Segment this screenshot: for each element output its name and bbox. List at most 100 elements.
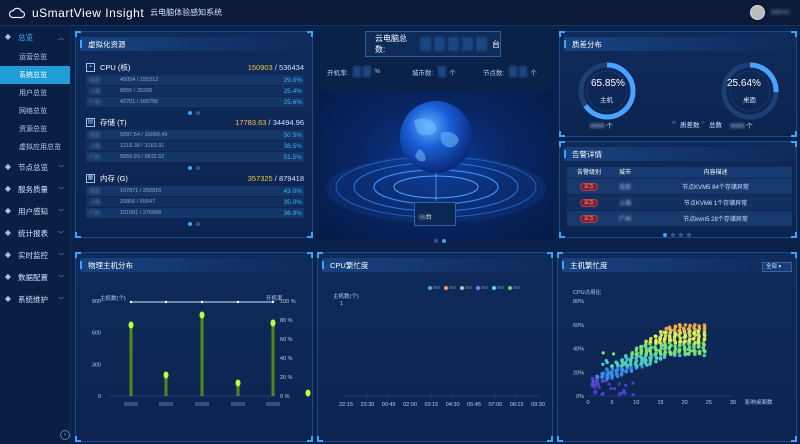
desktop-label: 桌面 [743,97,756,104]
scatter-point [615,368,620,372]
data-point [200,300,204,304]
storage-pager[interactable] [188,166,200,170]
chevron-down-icon: ﹀ [57,253,64,260]
y2-tick: 100 % [280,299,296,305]
scatter-point [624,369,628,374]
scatter-point [692,336,696,341]
cpu-rows: 北京 45054 / 155312 29.0% 上海 8955 / 35208 25.4%… [86,75,304,108]
scatter-point [644,339,648,344]
legend-label-blur [449,286,456,289]
node-count: 节点数: 个 [483,66,537,77]
scatter-point [697,324,701,328]
svg-text:○: ○ [701,120,705,126]
sidebar-subitem-0[interactable]: 运营总览 [0,48,70,66]
scatter-point [693,323,697,327]
x-tick: 04:30 [446,402,460,408]
scatter-point [658,330,663,334]
total-unit: 台 [491,39,500,49]
sidebar-item-6[interactable]: ◆ 数据配置 ﹀ [0,266,70,288]
sidebar-subitem-2[interactable]: 用户总览 [0,84,70,102]
total-label: 云电脑总数: [375,34,407,54]
sidebar-item-5[interactable]: ◆ 实时监控 ﹀ [0,244,70,266]
alarm-level-badge: 紧急 [580,214,598,223]
scatter-point [663,342,668,347]
sidebar-item-7[interactable]: ◆ 系统维护 ﹀ [0,288,70,310]
logo[interactable]: uSmartView Insight 云电脑体验感知系统 [8,6,222,20]
y-axis-label: 主机数(个) [100,294,126,302]
scatter-point [594,374,599,379]
legend-total: 总数 [709,122,722,129]
scatter-point [677,353,682,358]
brand-subtitle: 云电脑体验感知系统 [150,8,223,17]
scatter-point [604,358,608,363]
legend-label-blur [481,286,488,289]
sidebar-item-label: 统计报表 [18,228,48,238]
scatter-point [601,391,605,395]
scatter-point [702,353,706,358]
x-axis-label: 影响桌面数 [745,398,773,406]
storage-resource-header: ▤ 存储 (T) 17783.63 / 34494.96 [86,117,304,127]
svg-text:○: ○ [672,120,676,126]
scatter-point [662,330,667,334]
sidebar-subitem-1[interactable]: 系统总览 [0,66,70,84]
x-tick: 08:15 [510,402,524,408]
alarm-row[interactable]: 紧急 广州 节点kvm5 28个存储异常 [567,211,792,226]
sidebar-item-label: 数据配置 [18,272,48,282]
scatter-point [649,345,654,350]
cpu-resource-header: ▪ CPU (核) 150903 / 536434 [86,61,304,73]
host-filter-select[interactable]: 全部 ▾ [762,262,792,272]
user-menu[interactable]: admin [749,5,790,20]
data-point [271,300,275,304]
resource-row: 广州 101091 / 276066 36.9% [86,208,304,218]
x-tick: 15 [657,400,663,406]
avatar[interactable] [749,5,765,20]
scatter-point [677,322,682,327]
chevron-down-icon: ﹀ [57,209,64,216]
center-pager[interactable] [434,239,446,243]
sidebar-item-4[interactable]: ◆ 统计报表 ﹀ [0,222,70,244]
sidebar-item-0[interactable]: ◆ 总览 ︿ [0,26,70,48]
scatter-point [683,339,688,344]
sidebar-item-2[interactable]: ◆ 服务质量 ﹀ [0,178,70,200]
host-bar [129,325,133,396]
scatter-point [659,333,664,337]
legend-dot [508,286,512,290]
scatter-point [687,337,692,341]
alarm-pager[interactable] [663,233,691,237]
alarm-row[interactable]: 紧急 北京 节点KVM5 84个存储异常 [567,179,792,194]
scatter-point [702,336,707,341]
x-tick: 25 [706,400,712,406]
sidebar-item-label: 节点总览 [18,162,48,172]
sidebar-subitem-3[interactable]: 网络总览 [0,102,70,120]
sidebar-item-3[interactable]: ◆ 用户感知 ﹀ [0,200,70,222]
alarm-row[interactable]: 紧急 上海 节点KVM6 1个存储异常 [567,195,792,210]
sidebar-subitem-5[interactable]: 虚拟应用总览 [0,138,70,156]
scatter-point [677,328,682,333]
alarm-level-badge: 紧急 [580,182,598,191]
resource-row: 上海 1218.38 / 3163.91 38.5% [86,141,304,151]
scatter-point [667,350,672,354]
scatter-point [701,341,706,345]
x-tick: 30 [730,400,736,406]
host-busy-chart: CPU占用比 80% 60% 40% 20% 0%0 5 10 15 20 25 30 影响桌面数 [573,288,773,406]
chevron-down-icon: ﹀ [57,275,64,282]
y2-tick: 80 % [280,318,293,324]
chevron-down-icon: ﹀ [57,231,64,238]
cpu-pager[interactable] [188,111,200,115]
sidebar-subitem-4[interactable]: 资源总览 [0,120,70,138]
cpu-busy-chart: 主机数(个)1 22:15 23:30 00:45 02:00 03:15 04:30 05:… [333,286,545,408]
alarm-table: 告警级别 城市 内容描述 紧急 北京 节点KVM5 84个存储异常 紧急 上海 节点KVM6 … [567,167,792,226]
legend-dot [428,286,432,290]
scatter-point [593,391,598,395]
bar-cap [199,311,205,319]
collapse-sidebar-icon[interactable]: ‹ [60,430,70,440]
chevron-down-icon: ﹀ [57,187,64,194]
memory-pager[interactable] [188,222,200,226]
virtual-resources-panel: 虚拟化资源 ▪ CPU (核) 150903 / 536434 北京 45054 /… [75,31,313,238]
resource-row: 北京 107871 / 250815 43.0% [86,186,304,196]
scatter-point [601,371,606,376]
sidebar-item-1[interactable]: ◆ 节点总览 ﹀ [0,156,70,178]
settings-icon: ◆ [4,294,12,303]
host-busy-panel: 主机繁忙度 CPU占用比 80% 60% 40% 20% 0% 0 5 10 15 20 25 30 影响… [557,252,797,442]
bar-cap [163,371,169,379]
